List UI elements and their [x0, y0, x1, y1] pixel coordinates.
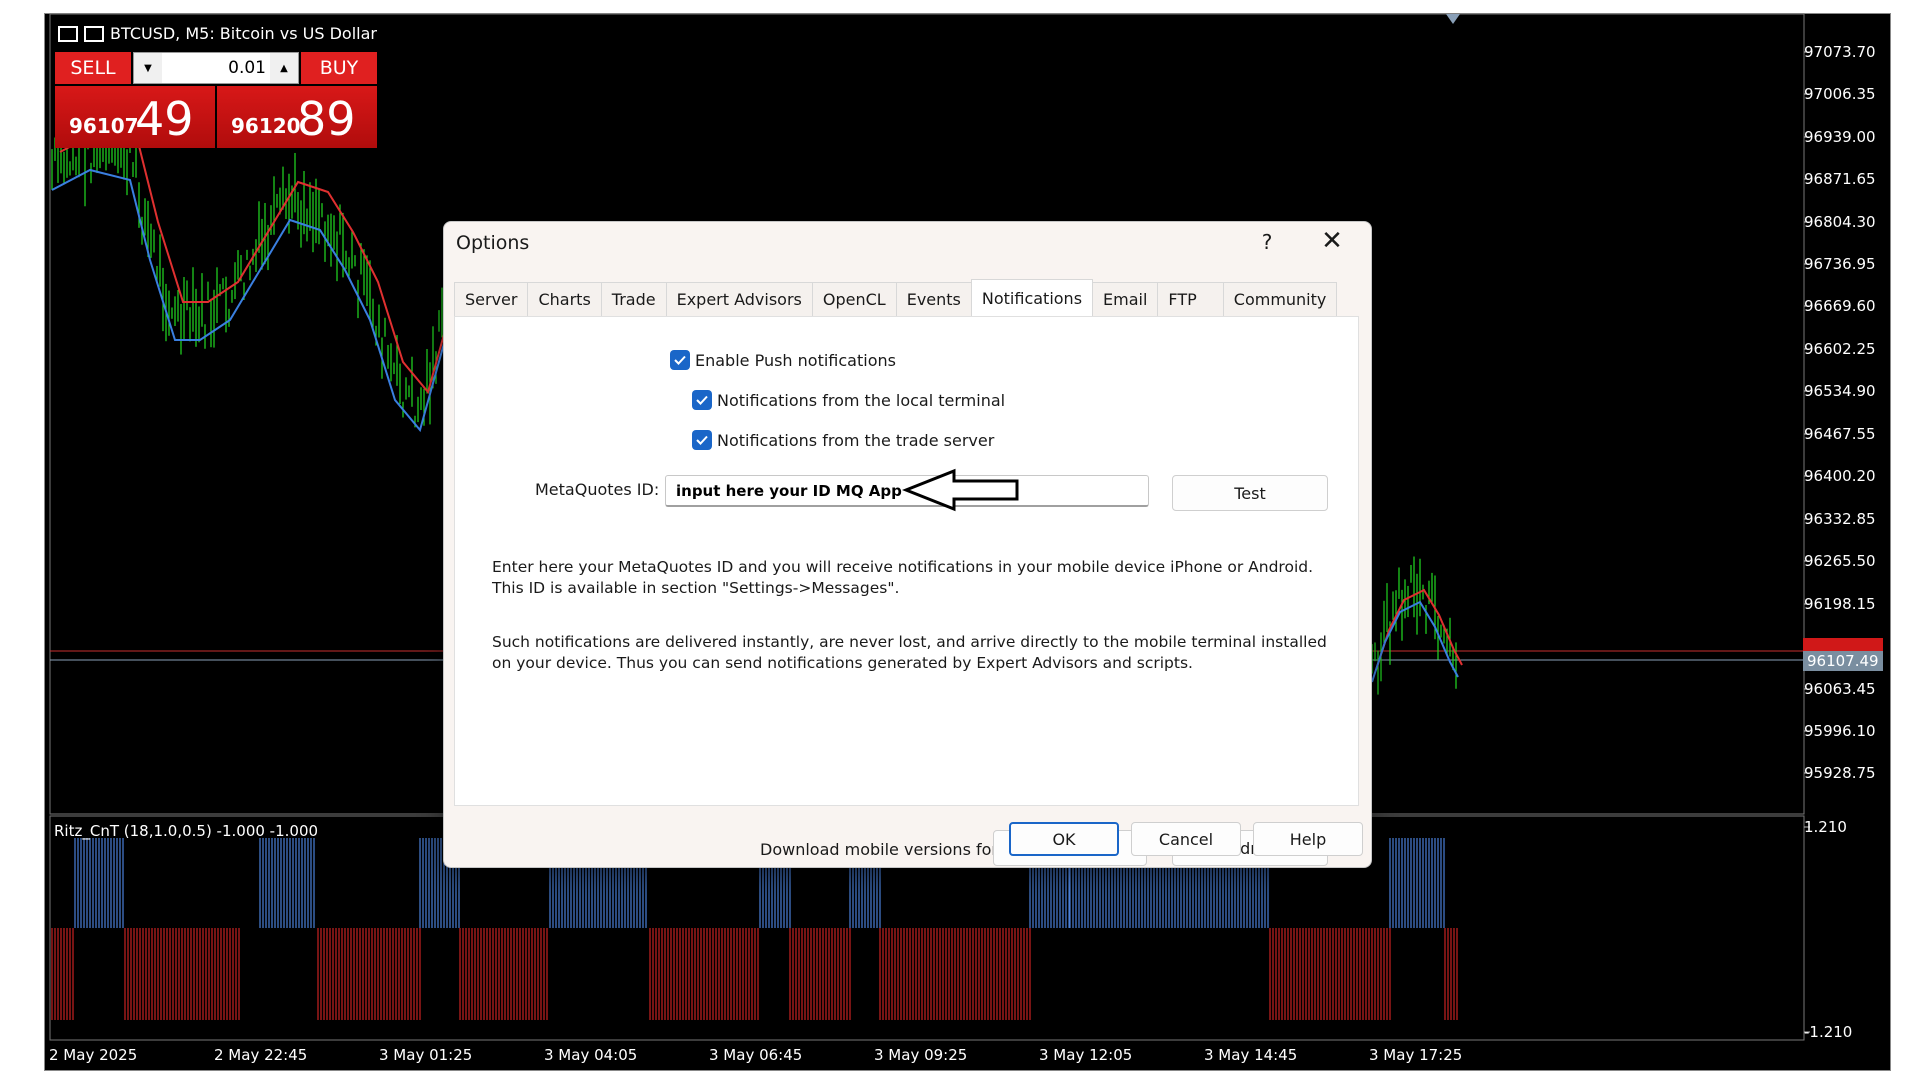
sell-price-big: 49 — [135, 92, 194, 146]
metaquotes-id-label: MetaQuotes ID: — [535, 480, 660, 499]
one-click-trading-panel: SELL ▼ 0.01 ▲ BUY 96107 49 96120 89 — [55, 52, 377, 148]
chart-menu-icon[interactable] — [58, 25, 78, 42]
help-icon[interactable]: ? — [1252, 230, 1282, 254]
tab-community[interactable]: Community — [1222, 282, 1338, 316]
tab-opencl[interactable]: OpenCL — [811, 282, 897, 316]
time-tick: 3 May 17:25 — [1369, 1046, 1463, 1064]
time-tick: 3 May 12:05 — [1039, 1046, 1133, 1064]
chart-type-icon[interactable] — [84, 25, 104, 42]
lot-stepper[interactable]: ▼ 0.01 ▲ — [133, 52, 299, 84]
options-tabs: Server Charts Trade Expert Advisors Open… — [454, 279, 1338, 316]
buy-price-big: 89 — [297, 92, 356, 146]
annotation-arrow-icon — [902, 468, 1019, 512]
tab-ftp[interactable]: FTP — [1157, 282, 1224, 316]
options-dialog: Options ? ✕ Server Charts Trade Expert A… — [443, 221, 1372, 868]
download-label: Download mobile versions for: — [760, 840, 1004, 859]
ok-button[interactable]: OK — [1009, 822, 1119, 856]
tab-trade[interactable]: Trade — [600, 282, 667, 316]
sell-price[interactable]: 96107 49 — [55, 86, 215, 148]
tab-charts[interactable]: Charts — [527, 282, 602, 316]
time-tick: 3 May 06:45 — [709, 1046, 803, 1064]
cancel-button[interactable]: Cancel — [1131, 822, 1241, 856]
sell-button[interactable]: SELL — [55, 52, 131, 84]
time-tick: 2 May 22:45 — [214, 1046, 308, 1064]
price-tick: 96400.20 — [1804, 467, 1876, 485]
notifications-panel: Enable Push notifications Notifications … — [454, 316, 1359, 866]
indicator-tick: 1.210 — [1804, 818, 1847, 836]
tab-expert-advisors[interactable]: Expert Advisors — [665, 282, 813, 316]
price-tick: 96669.60 — [1804, 297, 1876, 315]
price-tick: 96602.25 — [1804, 340, 1876, 358]
shift-marker-icon[interactable] — [1446, 14, 1460, 24]
dialog-title: Options — [456, 232, 530, 254]
delivery-info-text: Such notifications are delivered instant… — [492, 633, 1327, 672]
sell-price-small: 96107 — [69, 114, 139, 138]
lot-value[interactable]: 0.01 — [162, 53, 270, 83]
bid-price-tag: 96107.49 — [1803, 651, 1883, 671]
price-tick: 96467.55 — [1804, 425, 1876, 443]
indicator-label: Ritz_CnT (18,1.0,0.5) -1.000 -1.000 — [54, 822, 319, 840]
buy-button[interactable]: BUY — [301, 52, 377, 84]
price-tick: 95996.10 — [1804, 722, 1876, 740]
local-terminal-label: Notifications from the local terminal — [717, 390, 1006, 410]
test-button[interactable]: Test — [1172, 475, 1328, 511]
price-tick: 97073.70 — [1804, 43, 1876, 61]
price-tick: 96534.90 — [1804, 382, 1876, 400]
enable-push-label: Enable Push notifications — [695, 350, 896, 370]
tab-events[interactable]: Events — [895, 282, 972, 316]
tab-email[interactable]: Email — [1092, 282, 1159, 316]
time-tick: 3 May 01:25 — [379, 1046, 473, 1064]
price-tick: 96804.30 — [1804, 213, 1876, 231]
trade-server-checkbox[interactable]: Notifications from the trade server — [692, 430, 994, 450]
price-tick: 96198.15 — [1804, 595, 1876, 613]
price-tick: 96063.45 — [1804, 680, 1876, 698]
buy-price-small: 96120 — [231, 114, 301, 138]
time-tick: 3 May 14:45 — [1204, 1046, 1298, 1064]
checkmark-icon[interactable] — [692, 430, 712, 450]
buy-label: BUY — [319, 57, 359, 79]
price-tick: 96871.65 — [1804, 170, 1876, 188]
blue-moving-average — [51, 168, 446, 433]
price-tick: 95928.75 — [1804, 764, 1876, 782]
time-tick: 3 May 04:05 — [544, 1046, 638, 1064]
tab-notifications[interactable]: Notifications — [970, 279, 1094, 316]
local-terminal-checkbox[interactable]: Notifications from the local terminal — [692, 390, 1005, 410]
trade-server-label: Notifications from the trade server — [717, 430, 995, 450]
help-button[interactable]: Help — [1253, 822, 1363, 856]
ask-price-tag — [1803, 638, 1883, 652]
sell-label: SELL — [70, 57, 116, 79]
chart-title: BTCUSD, M5: Bitcoin vs US Dollar — [58, 24, 377, 43]
time-tick: 2 May 2025 — [49, 1046, 138, 1064]
price-tick: 96939.00 — [1804, 128, 1876, 146]
checkmark-icon[interactable] — [692, 390, 712, 410]
price-tick: 97006.35 — [1804, 85, 1876, 103]
price-tick: 96736.95 — [1804, 255, 1876, 273]
buy-price[interactable]: 96120 89 — [217, 86, 377, 148]
time-tick: 3 May 09:25 — [874, 1046, 968, 1064]
indicator-tick: -1.210 — [1804, 1023, 1853, 1041]
id-help-text: Enter here your MetaQuotes ID and you wi… — [492, 558, 1314, 597]
chart-title-text: BTCUSD, M5: Bitcoin vs US Dollar — [110, 24, 377, 43]
close-icon[interactable]: ✕ — [1314, 226, 1350, 256]
blue-moving-average — [1371, 600, 1459, 683]
enable-push-checkbox[interactable]: Enable Push notifications — [670, 350, 896, 370]
checkmark-icon[interactable] — [670, 350, 690, 370]
tab-server[interactable]: Server — [454, 282, 529, 316]
price-tick: 96265.50 — [1804, 552, 1876, 570]
lot-increase-icon[interactable]: ▲ — [270, 53, 298, 83]
price-tick: 96332.85 — [1804, 510, 1876, 528]
lot-decrease-icon[interactable]: ▼ — [134, 53, 162, 83]
